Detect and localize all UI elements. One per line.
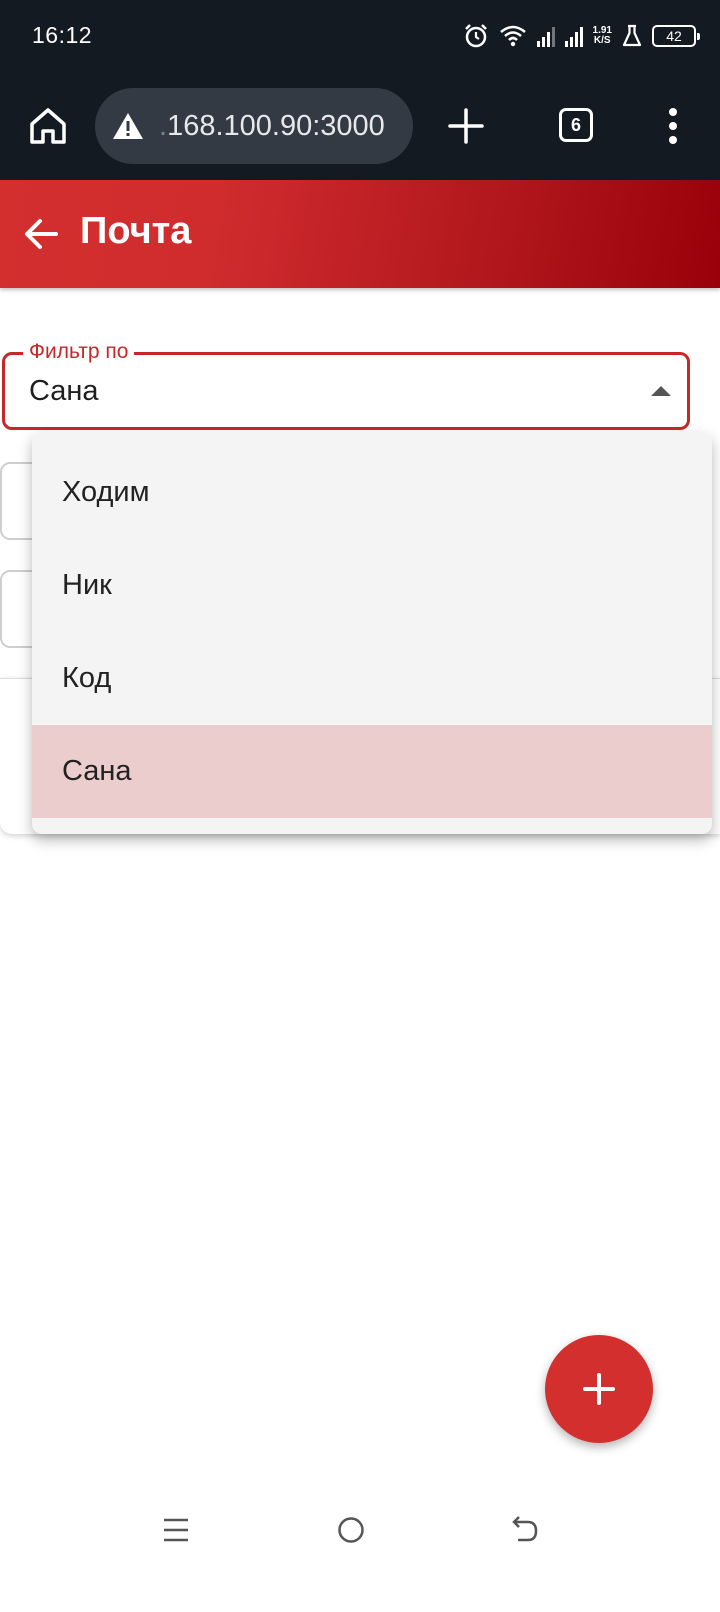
more-vert-icon[interactable] [655, 104, 691, 148]
url-text[interactable]: .168.100.90:3000 [159, 110, 385, 143]
address-bar[interactable]: .168.100.90:3000 [95, 88, 413, 164]
plus-icon [583, 1373, 615, 1405]
page-title: Почта [80, 210, 192, 252]
add-button[interactable] [545, 1335, 653, 1443]
status-bar: 16:12 1.91 K/S 42 [0, 0, 720, 72]
filter-select[interactable]: Фильтр по Сана [2, 339, 690, 430]
battery-level: 42 [666, 28, 682, 44]
arrow-back-icon[interactable] [22, 214, 62, 254]
signal-icon [564, 25, 583, 47]
status-icons: 1.91 K/S 42 [463, 20, 700, 52]
menu-option[interactable]: Ходим [32, 446, 712, 539]
filter-value: Сана [29, 375, 99, 407]
warning-icon [113, 113, 143, 139]
wifi-icon [499, 25, 526, 47]
arrow-up-icon [651, 386, 671, 396]
home-circle-icon[interactable] [337, 1516, 365, 1544]
new-tab-icon[interactable] [444, 104, 488, 148]
tab-switcher-button[interactable]: 6 [559, 108, 593, 142]
net-speed-unit: K/S [593, 35, 611, 46]
url-faded: . [159, 109, 168, 142]
menu-option[interactable]: Ник [32, 539, 712, 632]
browser-toolbar: .168.100.90:3000 6 [0, 72, 720, 180]
status-time: 16:12 [32, 22, 93, 48]
back-icon[interactable] [510, 1514, 540, 1546]
url-host: 168.100.90:3000 [167, 109, 385, 142]
tab-count: 6 [570, 114, 581, 135]
home-icon[interactable] [24, 102, 72, 150]
net-speed: 1.91 K/S [593, 26, 612, 46]
recents-icon[interactable] [162, 1516, 190, 1544]
flask-icon [622, 24, 642, 47]
filter-label: Фильтр по [23, 339, 135, 365]
menu-option-selected[interactable]: Сана [32, 725, 712, 818]
alarm-icon [464, 24, 487, 48]
app-bar: Почта [0, 180, 720, 288]
system-nav-bar [0, 1490, 720, 1612]
signal-icon [536, 25, 555, 47]
filter-dropdown-menu: Ходим Ник Код Сана [32, 432, 712, 834]
menu-option[interactable]: Код [32, 632, 712, 725]
battery-icon: 42 [652, 25, 700, 47]
